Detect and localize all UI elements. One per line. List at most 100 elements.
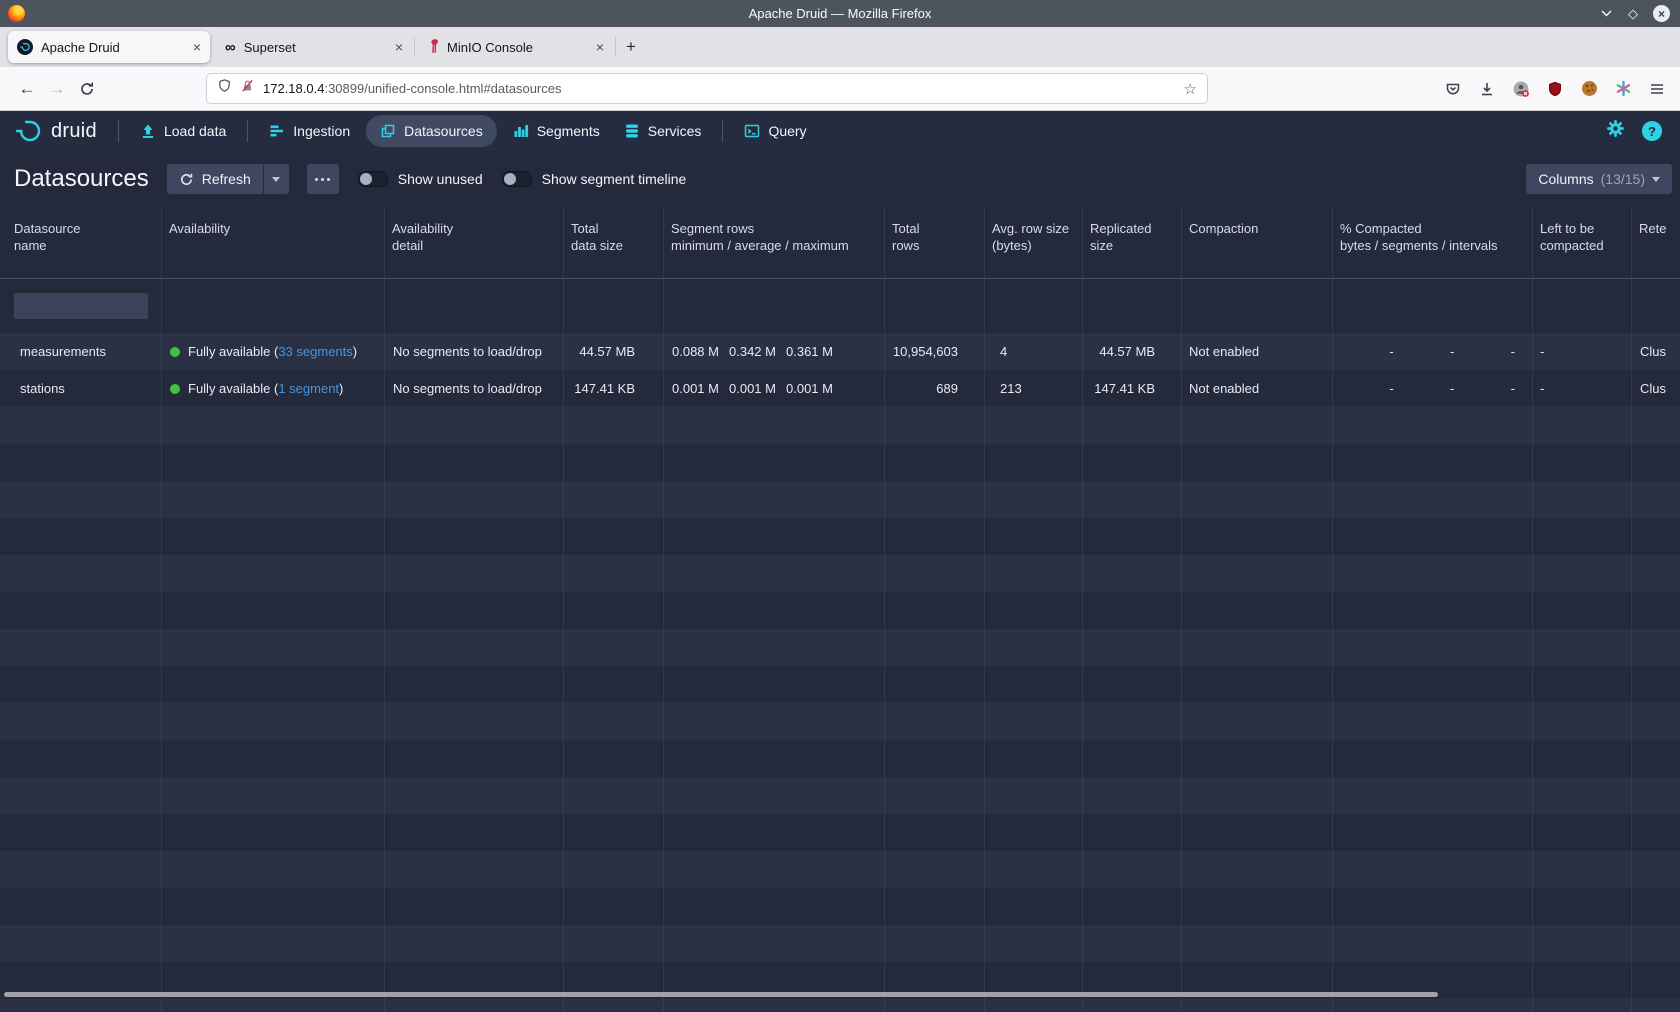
- tab-label: Superset: [244, 40, 296, 55]
- avg-row-size-cell: 213: [985, 370, 1083, 407]
- column-header-compaction[interactable]: Compaction: [1182, 207, 1333, 278]
- nav-divider: [722, 120, 723, 142]
- back-button[interactable]: ←: [12, 74, 42, 104]
- table-row-empty: [0, 999, 1680, 1012]
- browser-toolbar: ← → 172.18.0.4:30899/unified-console.htm…: [0, 67, 1680, 111]
- left-to-be-compacted-cell: -: [1533, 370, 1632, 407]
- column-header-retention[interactable]: Rete: [1632, 207, 1680, 278]
- nav-item-load-data[interactable]: Load data: [128, 111, 238, 151]
- column-header-avg-row-size[interactable]: Avg. row size(bytes): [985, 207, 1083, 278]
- chevron-down-icon: [272, 177, 280, 182]
- replicated-size-cell: 147.41 KB: [1083, 370, 1182, 407]
- url-host: 172.18.0.4: [263, 81, 324, 96]
- column-header-total-rows[interactable]: Totalrows: [885, 207, 985, 278]
- pocket-icon[interactable]: [1444, 80, 1462, 98]
- tab-close-icon[interactable]: ×: [193, 39, 201, 55]
- tab-strip: Apache Druid × ∞ Superset × MinIO Consol…: [0, 27, 1680, 67]
- show-timeline-toggle-group: Show segment timeline: [502, 171, 687, 187]
- window-maximize-icon[interactable]: ◇: [1628, 7, 1638, 20]
- url-text[interactable]: 172.18.0.4:30899/unified-console.html#da…: [263, 81, 1176, 96]
- new-tab-button[interactable]: +: [616, 32, 646, 62]
- druid-nav-bar: druid Load data Ingestion Datasources Se…: [0, 111, 1680, 151]
- total-rows-cell: 689: [885, 370, 985, 407]
- settings-gear-icon[interactable]: [1606, 119, 1625, 143]
- tab-close-icon[interactable]: ×: [395, 39, 403, 55]
- datasource-name-cell[interactable]: measurements: [0, 333, 162, 370]
- reload-button[interactable]: [72, 74, 102, 104]
- insecure-lock-icon[interactable]: [240, 78, 255, 99]
- availability-cell: Fully available (33 segments): [162, 333, 385, 370]
- table-row-empty: [0, 629, 1680, 666]
- tab-apache-druid[interactable]: Apache Druid ×: [8, 31, 210, 63]
- column-header-segment-rows[interactable]: Segment rowsminimum / average / maximum: [664, 207, 885, 278]
- table-row-empty: [0, 481, 1680, 518]
- total-rows-cell: 10,954,603: [885, 333, 985, 370]
- nav-divider: [118, 120, 119, 142]
- column-header-replicated-size[interactable]: Replicatedsize: [1083, 207, 1182, 278]
- compaction-cell[interactable]: Not enabled: [1182, 370, 1333, 407]
- table-row-empty: [0, 407, 1680, 444]
- menu-hamburger-icon[interactable]: [1648, 80, 1666, 98]
- column-header-total-data-size[interactable]: Totaldata size: [564, 207, 664, 278]
- nav-item-ingestion[interactable]: Ingestion: [257, 111, 362, 151]
- availability-cell: Fully available (1 segment): [162, 370, 385, 407]
- chevron-down-icon: [1652, 177, 1660, 182]
- nav-divider: [247, 120, 248, 142]
- horizontal-scrollbar[interactable]: [4, 992, 1438, 997]
- replicated-size-cell: 44.57 MB: [1083, 333, 1182, 370]
- table-row-empty: [0, 444, 1680, 481]
- segments-link[interactable]: 33 segments: [278, 344, 352, 359]
- more-actions-button[interactable]: [307, 164, 339, 194]
- nav-item-services[interactable]: Services: [612, 111, 714, 151]
- column-header-availability-detail[interactable]: Availabilitydetail: [385, 207, 564, 278]
- ingestion-icon: [269, 123, 285, 139]
- column-header-left-to-be-compacted[interactable]: Left to becompacted: [1533, 207, 1632, 278]
- table-row-empty: [0, 518, 1680, 555]
- datasource-filter-input[interactable]: [13, 292, 149, 320]
- column-header-datasource-name[interactable]: Datasourcename: [0, 207, 162, 278]
- bookmark-star-icon[interactable]: ☆: [1184, 80, 1197, 98]
- window-titlebar: Apache Druid — Mozilla Firefox ◇ ×: [0, 0, 1680, 27]
- column-header-availability[interactable]: Availability: [162, 207, 385, 278]
- segments-link[interactable]: 1 segment: [278, 381, 339, 396]
- tab-minio-console[interactable]: MinIO Console ×: [415, 27, 615, 67]
- show-unused-toggle[interactable]: [358, 171, 388, 187]
- table-row-empty: [0, 851, 1680, 888]
- show-segment-timeline-toggle[interactable]: [502, 171, 532, 187]
- total-data-size-cell: 147.41 KB: [564, 370, 664, 407]
- refresh-dropdown-button[interactable]: [263, 164, 289, 194]
- compaction-cell[interactable]: Not enabled: [1182, 333, 1333, 370]
- nav-item-segments[interactable]: Segments: [501, 111, 612, 151]
- pct-compacted-cell: ---: [1333, 370, 1533, 407]
- window-minimize-icon[interactable]: [1600, 7, 1613, 20]
- nav-item-datasources[interactable]: Datasources: [366, 115, 497, 147]
- load-data-icon: [140, 123, 156, 139]
- retention-cell[interactable]: Clus: [1632, 370, 1680, 407]
- tab-superset[interactable]: ∞ Superset ×: [214, 27, 414, 67]
- segment-rows-cell: 0.001 M0.001 M0.001 M: [664, 370, 885, 407]
- availability-detail-cell: No segments to load/drop: [385, 370, 564, 407]
- columns-button[interactable]: Columns (13/15): [1526, 164, 1672, 194]
- retention-cell[interactable]: Clus: [1632, 333, 1680, 370]
- datasources-table: Datasourcename Availability Availability…: [0, 207, 1680, 1012]
- datasource-name-cell[interactable]: stations: [0, 370, 162, 407]
- url-bar[interactable]: 172.18.0.4:30899/unified-console.html#da…: [206, 73, 1208, 104]
- extension-account-icon[interactable]: [1512, 80, 1530, 98]
- nav-item-query[interactable]: Query: [732, 111, 818, 151]
- forward-button[interactable]: →: [42, 74, 72, 104]
- refresh-button[interactable]: Refresh: [167, 164, 263, 194]
- help-icon[interactable]: ?: [1642, 121, 1662, 141]
- shield-icon[interactable]: [217, 78, 232, 99]
- downloads-icon[interactable]: [1478, 80, 1496, 98]
- cookie-icon[interactable]: [1580, 80, 1598, 98]
- refresh-icon: [179, 172, 194, 187]
- left-to-be-compacted-cell: -: [1533, 333, 1632, 370]
- column-header-pct-compacted[interactable]: % Compactedbytes / segments / intervals: [1333, 207, 1533, 278]
- tab-close-icon[interactable]: ×: [596, 39, 604, 55]
- extension-asterisk-icon[interactable]: [1614, 80, 1632, 98]
- ublock-origin-icon[interactable]: [1546, 80, 1564, 98]
- green-status-dot: [170, 347, 180, 357]
- window-close-icon[interactable]: ×: [1653, 5, 1670, 22]
- tab-label: Apache Druid: [41, 40, 120, 55]
- druid-brand[interactable]: druid: [14, 118, 97, 144]
